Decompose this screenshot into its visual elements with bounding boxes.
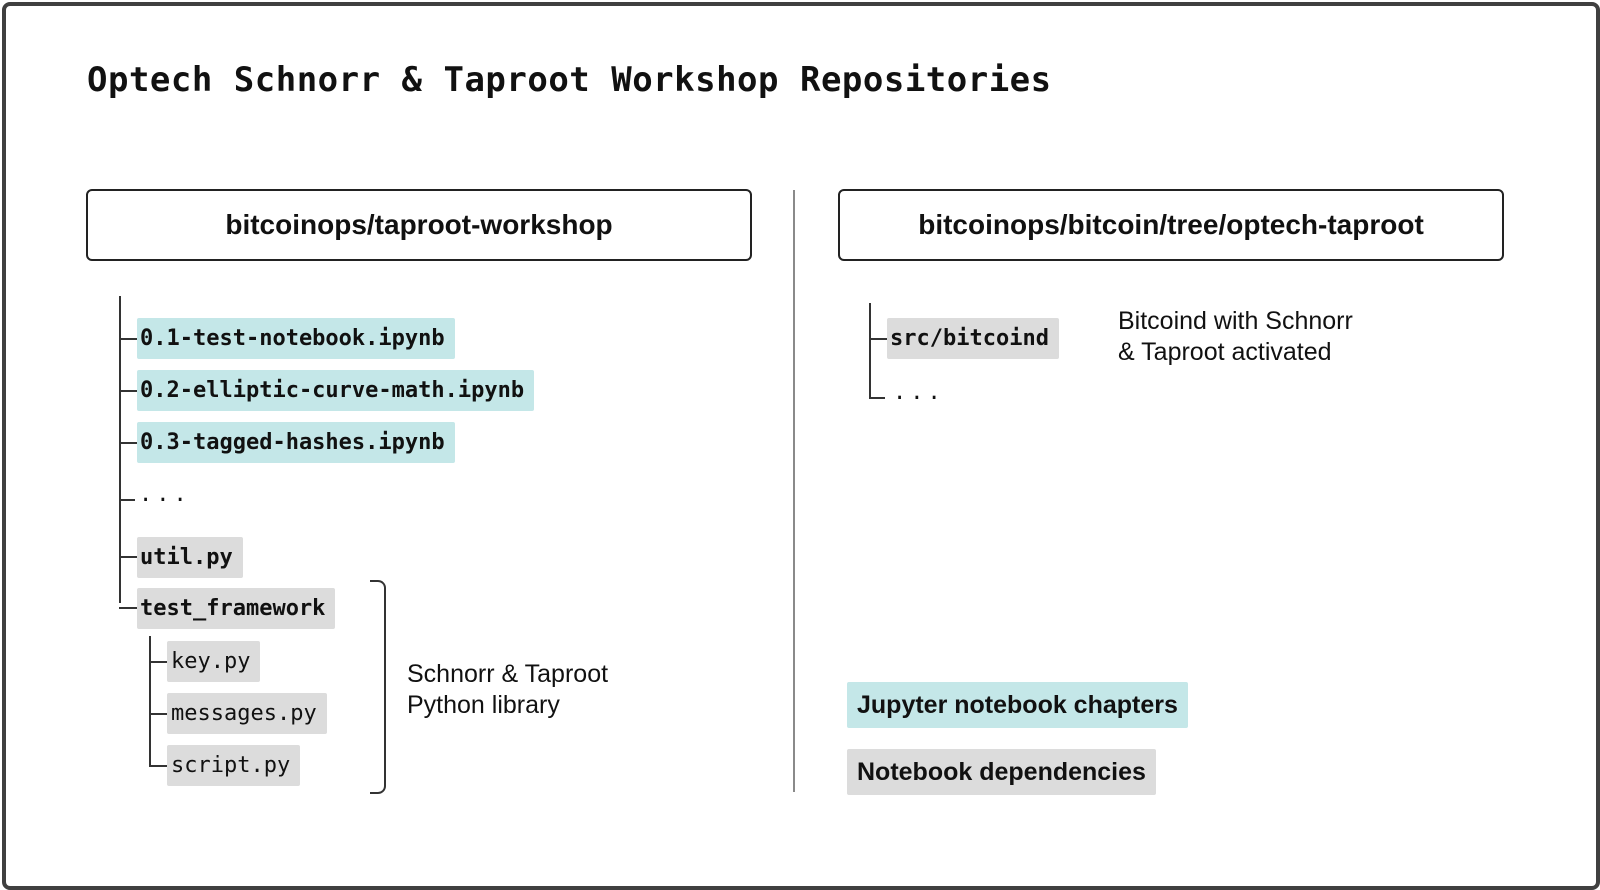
library-note-line: Python library <box>407 691 560 719</box>
tree-trunk-right <box>869 303 885 399</box>
notebook-file: 0.2-elliptic-curve-math.ipynb <box>137 370 535 411</box>
tree-branch <box>119 556 137 558</box>
tree-branch <box>119 390 137 392</box>
bitcoind-note: Bitcoind with Schnorr & Taproot activate… <box>1118 306 1353 368</box>
tree-trunk-test-framework <box>149 636 151 767</box>
tree-branch <box>119 442 137 444</box>
dependency-file: messages.py <box>167 693 327 734</box>
tree-branch <box>149 661 167 663</box>
library-note: Schnorr & Taproot Python library <box>407 659 608 721</box>
bitcoind-note-line: & Taproot activated <box>1118 338 1332 366</box>
library-note-line: Schnorr & Taproot <box>407 660 609 688</box>
tree-branch <box>119 338 137 340</box>
repo-bitcoin-optech-taproot: bitcoinops/bitcoin/tree/optech-taproot <box>838 189 1504 261</box>
library-bracket <box>370 580 386 794</box>
tree-branch <box>149 713 167 715</box>
dependency-file: key.py <box>167 641 261 682</box>
dependency-file: script.py <box>167 745 301 786</box>
tree-branch <box>119 607 137 609</box>
dependency-folder: test_framework <box>137 588 336 629</box>
bitcoind-note-line: Bitcoind with Schnorr <box>1118 307 1353 335</box>
more-notebooks-ellipsis: ... <box>139 482 191 507</box>
repo-taproot-workshop: bitcoinops/taproot-workshop <box>86 189 752 261</box>
tree-branch <box>119 499 135 501</box>
more-files-ellipsis: ... <box>893 380 945 405</box>
bitcoind-binary: src/bitcoind <box>887 318 1059 359</box>
notebook-file: 0.1-test-notebook.ipynb <box>137 318 455 359</box>
dependency-file: util.py <box>137 537 243 578</box>
legend-notebook-chapters: Jupyter notebook chapters <box>847 682 1188 728</box>
notebook-file: 0.3-tagged-hashes.ipynb <box>137 422 455 463</box>
column-divider <box>793 190 795 792</box>
legend-notebook-dependencies: Notebook dependencies <box>847 749 1156 795</box>
tree-branch <box>869 338 887 340</box>
tree-branch <box>149 765 167 767</box>
diagram-title: Optech Schnorr & Taproot Workshop Reposi… <box>87 60 1052 100</box>
